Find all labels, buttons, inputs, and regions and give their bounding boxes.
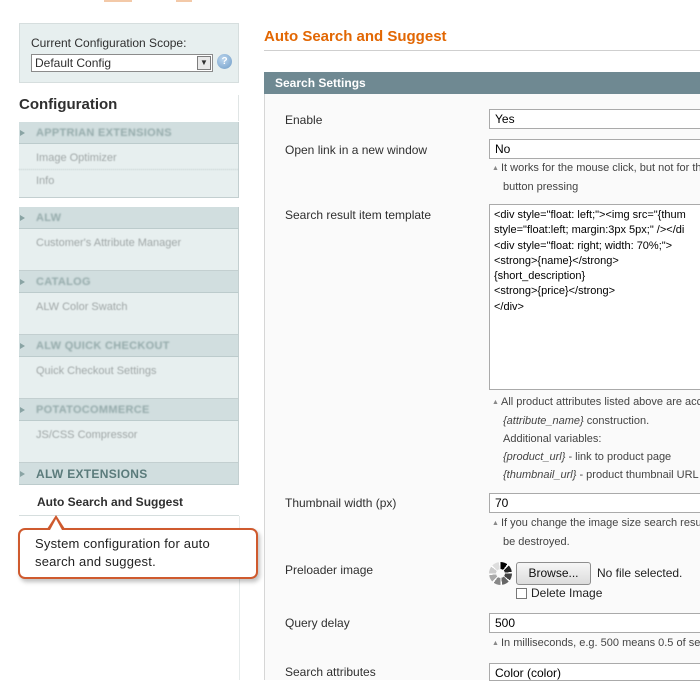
top-accent-line bbox=[0, 0, 700, 3]
template-label: Search result item template bbox=[285, 208, 432, 222]
sidebar-group-catalog[interactable]: CATALOG bbox=[19, 271, 239, 293]
preloader-spinner-icon bbox=[489, 562, 512, 585]
sidebar-item-auto-search-suggest[interactable]: Auto Search and Suggest bbox=[19, 491, 239, 516]
scope-switcher: Current Configuration Scope: Default Con… bbox=[19, 23, 239, 83]
no-file-text: No file selected. bbox=[597, 566, 683, 580]
open-link-select[interactable]: No bbox=[489, 139, 700, 159]
browse-button[interactable]: Browse... bbox=[516, 562, 591, 585]
thumbnail-width-note: ▲ If you change the image size search res… bbox=[492, 517, 700, 548]
triangle-right-icon bbox=[20, 471, 25, 477]
chevron-down-icon[interactable]: ▼ bbox=[197, 56, 211, 70]
sidebar-title: Configuration bbox=[19, 95, 239, 121]
sidebar-group-alw[interactable]: ALW bbox=[19, 207, 239, 229]
title-divider bbox=[264, 50, 700, 51]
thumbnail-width-label: Thumbnail width (px) bbox=[285, 496, 397, 510]
query-delay-input[interactable]: 500 bbox=[489, 613, 700, 633]
triangle-right-icon bbox=[20, 130, 25, 136]
section-header-search-settings[interactable]: Search Settings bbox=[264, 72, 700, 94]
page-title: Auto Search and Suggest bbox=[264, 28, 447, 45]
search-attributes-select[interactable]: Color (color) bbox=[489, 663, 700, 681]
enable-select[interactable]: Yes bbox=[489, 109, 700, 129]
sidebar-group-alw-extensions[interactable]: ALW EXTENSIONS bbox=[19, 463, 239, 485]
sidebar-item-js-css-compressor[interactable]: JS/CSS Compressor bbox=[19, 424, 238, 447]
sidebar-nav: APPTRIAN EXTENSIONS Image Optimizer Info… bbox=[19, 122, 239, 485]
template-textarea[interactable]: <div style="float: left;"><img src="{thu… bbox=[489, 204, 700, 390]
triangle-right-icon bbox=[20, 407, 25, 413]
open-link-label: Open link in a new window bbox=[285, 143, 428, 157]
query-delay-note: ▲ In milliseconds, e.g. 500 means 0.5 of … bbox=[492, 634, 700, 653]
open-link-note: ▲ It works for the mouse click, but not f… bbox=[492, 162, 700, 193]
sidebar-item-customer-attribute-manager[interactable]: Customer's Attribute Manager bbox=[19, 232, 238, 255]
thumbnail-width-input[interactable]: 70 bbox=[489, 493, 700, 513]
annotation-callout: System configuration for auto search and… bbox=[18, 528, 258, 579]
sidebar-item-info[interactable]: Info bbox=[19, 170, 238, 193]
sidebar-group-apptrian[interactable]: APPTRIAN EXTENSIONS bbox=[19, 122, 239, 144]
sidebar-group-potatocommerce[interactable]: POTATOCOMMERCE bbox=[19, 399, 239, 421]
callout-pointer-fill bbox=[50, 519, 62, 530]
note-triangle-icon: ▲ bbox=[492, 640, 499, 647]
template-note: ▲ All product attributes listed above are… bbox=[492, 396, 700, 481]
delete-image-checkbox[interactable] bbox=[516, 588, 527, 599]
triangle-right-icon bbox=[20, 279, 25, 285]
scope-select-value: Default Config bbox=[35, 56, 112, 70]
scope-label: Current Configuration Scope: bbox=[31, 36, 187, 50]
sidebar-item-color-swatch[interactable]: ALW Color Swatch bbox=[19, 296, 238, 319]
triangle-right-icon bbox=[20, 343, 25, 349]
sidebar-group-quick-checkout[interactable]: ALW QUICK CHECKOUT bbox=[19, 335, 239, 357]
help-icon[interactable]: ? bbox=[217, 54, 232, 69]
note-triangle-icon: ▲ bbox=[492, 399, 499, 406]
delete-image-label[interactable]: Delete Image bbox=[531, 586, 602, 600]
scope-select[interactable]: Default Config ▼ bbox=[31, 54, 213, 72]
sidebar-item-image-optimizer[interactable]: Image Optimizer bbox=[19, 147, 238, 170]
sidebar-item-quick-checkout-settings[interactable]: Quick Checkout Settings bbox=[19, 360, 238, 383]
triangle-right-icon bbox=[20, 215, 25, 221]
preloader-label: Preloader image bbox=[285, 563, 374, 577]
note-triangle-icon: ▲ bbox=[492, 520, 499, 527]
search-attributes-label: Search attributes bbox=[285, 665, 376, 679]
note-triangle-icon: ▲ bbox=[492, 165, 499, 172]
enable-label: Enable bbox=[285, 113, 323, 127]
query-delay-label: Query delay bbox=[285, 616, 350, 630]
